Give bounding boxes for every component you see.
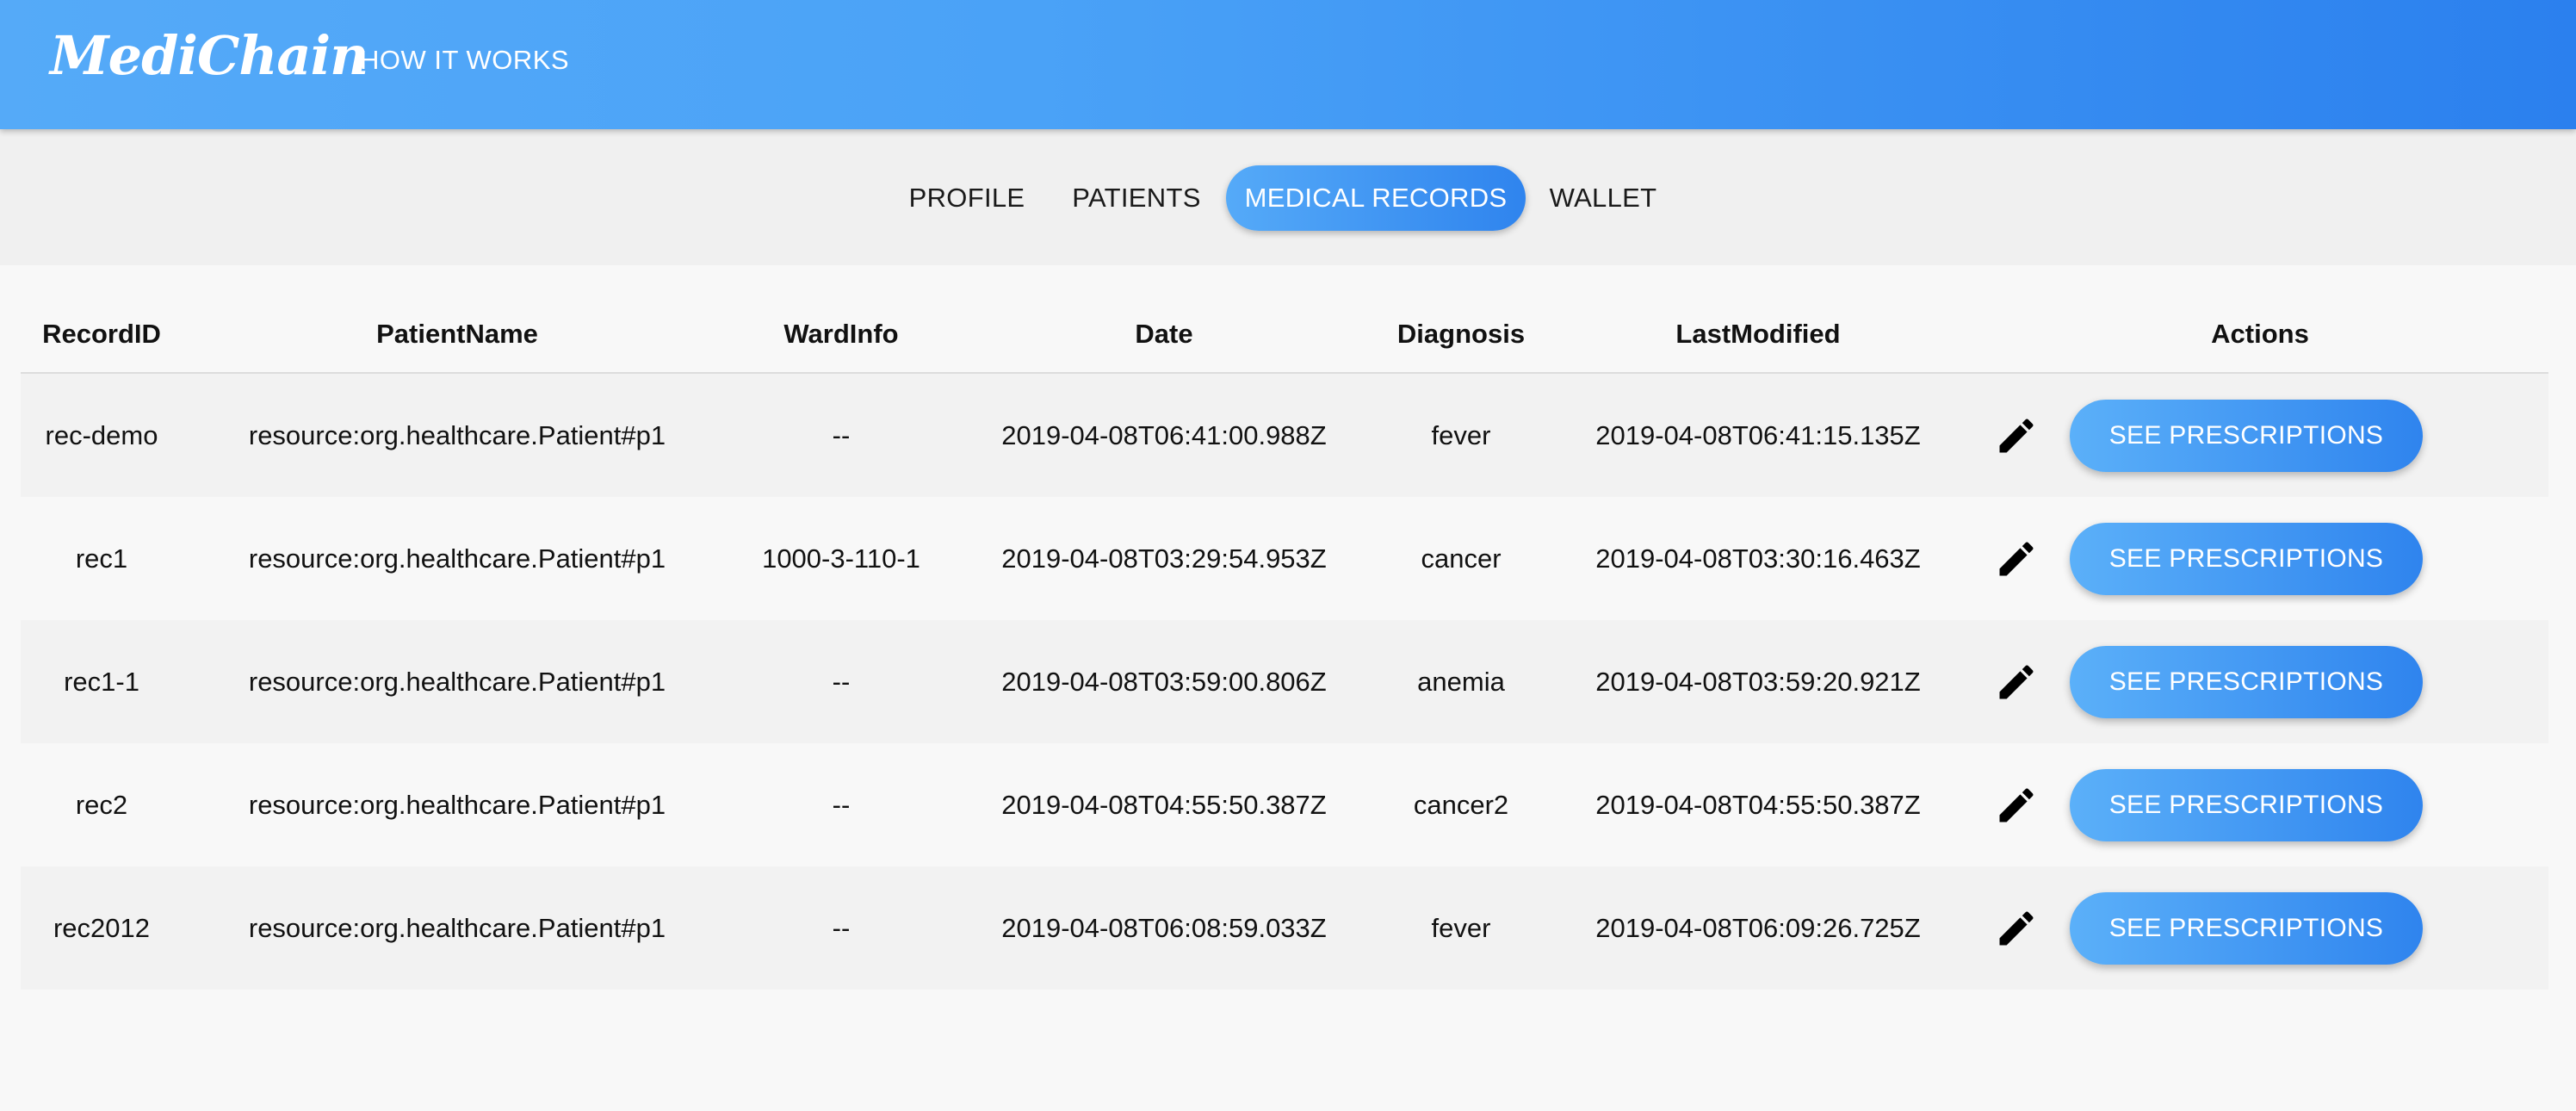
cell-ward-info: -- (832, 789, 851, 820)
column-header-last-modified: LastModified (1675, 319, 1841, 349)
cell-ward-info: -- (832, 419, 851, 450)
tab-medical-records[interactable]: MEDICAL RECORDS (1226, 165, 1526, 231)
table-row: rec-demo resource:org.healthcare.Patient… (21, 374, 2548, 497)
cell-diagnosis: fever (1431, 912, 1491, 943)
cell-patient-name: resource:org.healthcare.Patient#p1 (248, 912, 666, 943)
cell-patient-name: resource:org.healthcare.Patient#p1 (248, 666, 666, 697)
cell-record-id: rec2 (75, 789, 128, 820)
how-it-works-link[interactable]: HOW IT WORKS (360, 45, 569, 76)
cell-diagnosis: anemia (1417, 666, 1505, 697)
cell-date: 2019-04-08T06:41:00.988Z (1001, 419, 1327, 450)
cell-date: 2019-04-08T03:29:54.953Z (1001, 543, 1327, 574)
see-prescriptions-button[interactable]: SEE PRESCRIPTIONS (2070, 399, 2423, 472)
cell-record-id: rec-demo (45, 419, 158, 450)
brand-logo[interactable]: MediChain (50, 24, 368, 87)
cell-last-modified: 2019-04-08T03:30:16.463Z (1595, 543, 1921, 574)
column-header-patient-name: PatientName (376, 319, 538, 349)
cell-diagnosis: cancer (1421, 543, 1502, 574)
cell-last-modified: 2019-04-08T03:59:20.921Z (1595, 666, 1921, 697)
cell-date: 2019-04-08T04:55:50.387Z (1001, 789, 1327, 820)
cell-last-modified: 2019-04-08T06:41:15.135Z (1595, 419, 1921, 450)
tab-bar: PROFILE PATIENTS MEDICAL RECORDS WALLET (0, 129, 2576, 265)
pencil-icon[interactable] (1994, 660, 2039, 704)
cell-last-modified: 2019-04-08T04:55:50.387Z (1595, 789, 1921, 820)
pencil-icon[interactable] (1994, 537, 2039, 581)
column-header-ward-info: WardInfo (783, 319, 899, 349)
cell-diagnosis: fever (1431, 419, 1491, 450)
cell-patient-name: resource:org.healthcare.Patient#p1 (248, 543, 666, 574)
cell-patient-name: resource:org.healthcare.Patient#p1 (248, 419, 666, 450)
cell-record-id: rec1-1 (64, 666, 139, 697)
pencil-icon[interactable] (1994, 906, 2039, 951)
column-header-date: Date (1135, 319, 1193, 349)
tab-profile[interactable]: PROFILE (899, 165, 1035, 231)
cell-diagnosis: cancer2 (1413, 789, 1509, 820)
table-row: rec2012 resource:org.healthcare.Patient#… (21, 866, 2548, 990)
table-row: rec1-1 resource:org.healthcare.Patient#p… (21, 620, 2548, 743)
see-prescriptions-button[interactable]: SEE PRESCRIPTIONS (2070, 645, 2423, 718)
column-header-record-id: RecordID (42, 319, 161, 349)
cell-date: 2019-04-08T06:08:59.033Z (1001, 912, 1327, 943)
pencil-icon[interactable] (1994, 413, 2039, 458)
column-header-actions: Actions (2211, 319, 2309, 349)
see-prescriptions-button[interactable]: SEE PRESCRIPTIONS (2070, 522, 2423, 595)
see-prescriptions-button[interactable]: SEE PRESCRIPTIONS (2070, 891, 2423, 965)
table-row: rec1 resource:org.healthcare.Patient#p1 … (21, 497, 2548, 620)
tab-patients[interactable]: PATIENTS (1064, 165, 1209, 231)
table-row: rec2 resource:org.healthcare.Patient#p1 … (21, 743, 2548, 866)
cell-record-id: rec2012 (53, 912, 151, 943)
app-header: MediChain HOW IT WORKS (0, 0, 2576, 129)
table-header: RecordID PatientName WardInfo Date Diagn… (21, 265, 2548, 374)
cell-ward-info: -- (832, 912, 851, 943)
tab-wallet[interactable]: WALLET (1541, 165, 1665, 231)
pencil-icon[interactable] (1994, 783, 2039, 828)
cell-last-modified: 2019-04-08T06:09:26.725Z (1595, 912, 1921, 943)
cell-patient-name: resource:org.healthcare.Patient#p1 (248, 789, 666, 820)
cell-date: 2019-04-08T03:59:00.806Z (1001, 666, 1327, 697)
column-header-diagnosis: Diagnosis (1396, 319, 1526, 349)
see-prescriptions-button[interactable]: SEE PRESCRIPTIONS (2070, 768, 2423, 841)
cell-ward-info: -- (832, 666, 851, 697)
cell-record-id: rec1 (75, 543, 128, 574)
cell-ward-info: 1000-3-110-1 (762, 543, 920, 574)
medical-records-table: RecordID PatientName WardInfo Date Diagn… (21, 265, 2548, 990)
